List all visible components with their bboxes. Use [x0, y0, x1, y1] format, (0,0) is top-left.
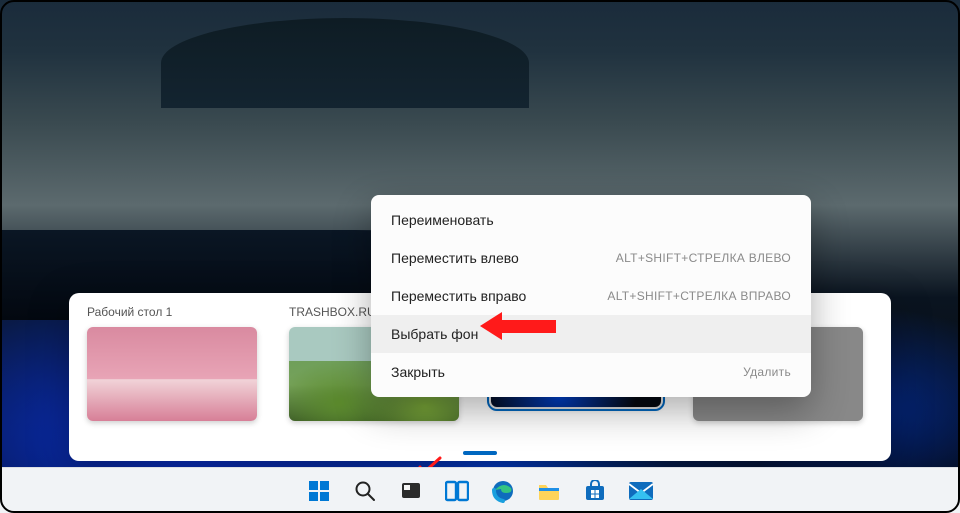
- menu-label: Выбрать фон: [391, 326, 478, 342]
- search-icon: [354, 480, 376, 502]
- mail-button[interactable]: [622, 472, 660, 510]
- menu-label: Переименовать: [391, 212, 494, 228]
- taskview-icon: [445, 480, 469, 502]
- store-button[interactable]: [576, 472, 614, 510]
- folder-icon: [537, 480, 561, 502]
- menu-label: Переместить влево: [391, 250, 519, 266]
- panel-handle[interactable]: [463, 451, 497, 455]
- edge-button[interactable]: [484, 472, 522, 510]
- menu-shortcut: ALT+SHIFT+СТРЕЛКА ВПРАВО: [607, 289, 791, 303]
- menu-move-right[interactable]: Переместить вправо ALT+SHIFT+СТРЕЛКА ВПР…: [371, 277, 811, 315]
- menu-choose-background[interactable]: Выбрать фон: [371, 315, 811, 353]
- explorer-button[interactable]: [530, 472, 568, 510]
- taskview-button[interactable]: [438, 472, 476, 510]
- menu-close[interactable]: Закрыть Удалить: [371, 353, 811, 391]
- menu-label: Переместить вправо: [391, 288, 526, 304]
- virtual-desktop-thumb[interactable]: [87, 327, 257, 421]
- start-button[interactable]: [300, 472, 338, 510]
- windows-icon: [308, 480, 330, 502]
- taskbar: [0, 467, 960, 513]
- store-icon: [584, 480, 606, 502]
- menu-shortcut: Удалить: [743, 365, 791, 379]
- menu-move-left[interactable]: Переместить влево ALT+SHIFT+СТРЕЛКА ВЛЕВ…: [371, 239, 811, 277]
- menu-label: Закрыть: [391, 364, 445, 380]
- taskview-legacy-button[interactable]: [392, 472, 430, 510]
- desktop-context-menu: Переименовать Переместить влево ALT+SHIF…: [371, 195, 811, 397]
- virtual-desktop-1[interactable]: Рабочий стол 1: [87, 305, 257, 421]
- desktop-icon: [400, 480, 422, 502]
- menu-rename[interactable]: Переименовать: [371, 201, 811, 239]
- virtual-desktop-label: Рабочий стол 1: [87, 305, 257, 319]
- search-button[interactable]: [346, 472, 384, 510]
- edge-icon: [491, 479, 515, 503]
- menu-shortcut: ALT+SHIFT+СТРЕЛКА ВЛЕВО: [616, 251, 791, 265]
- mail-icon: [628, 481, 654, 501]
